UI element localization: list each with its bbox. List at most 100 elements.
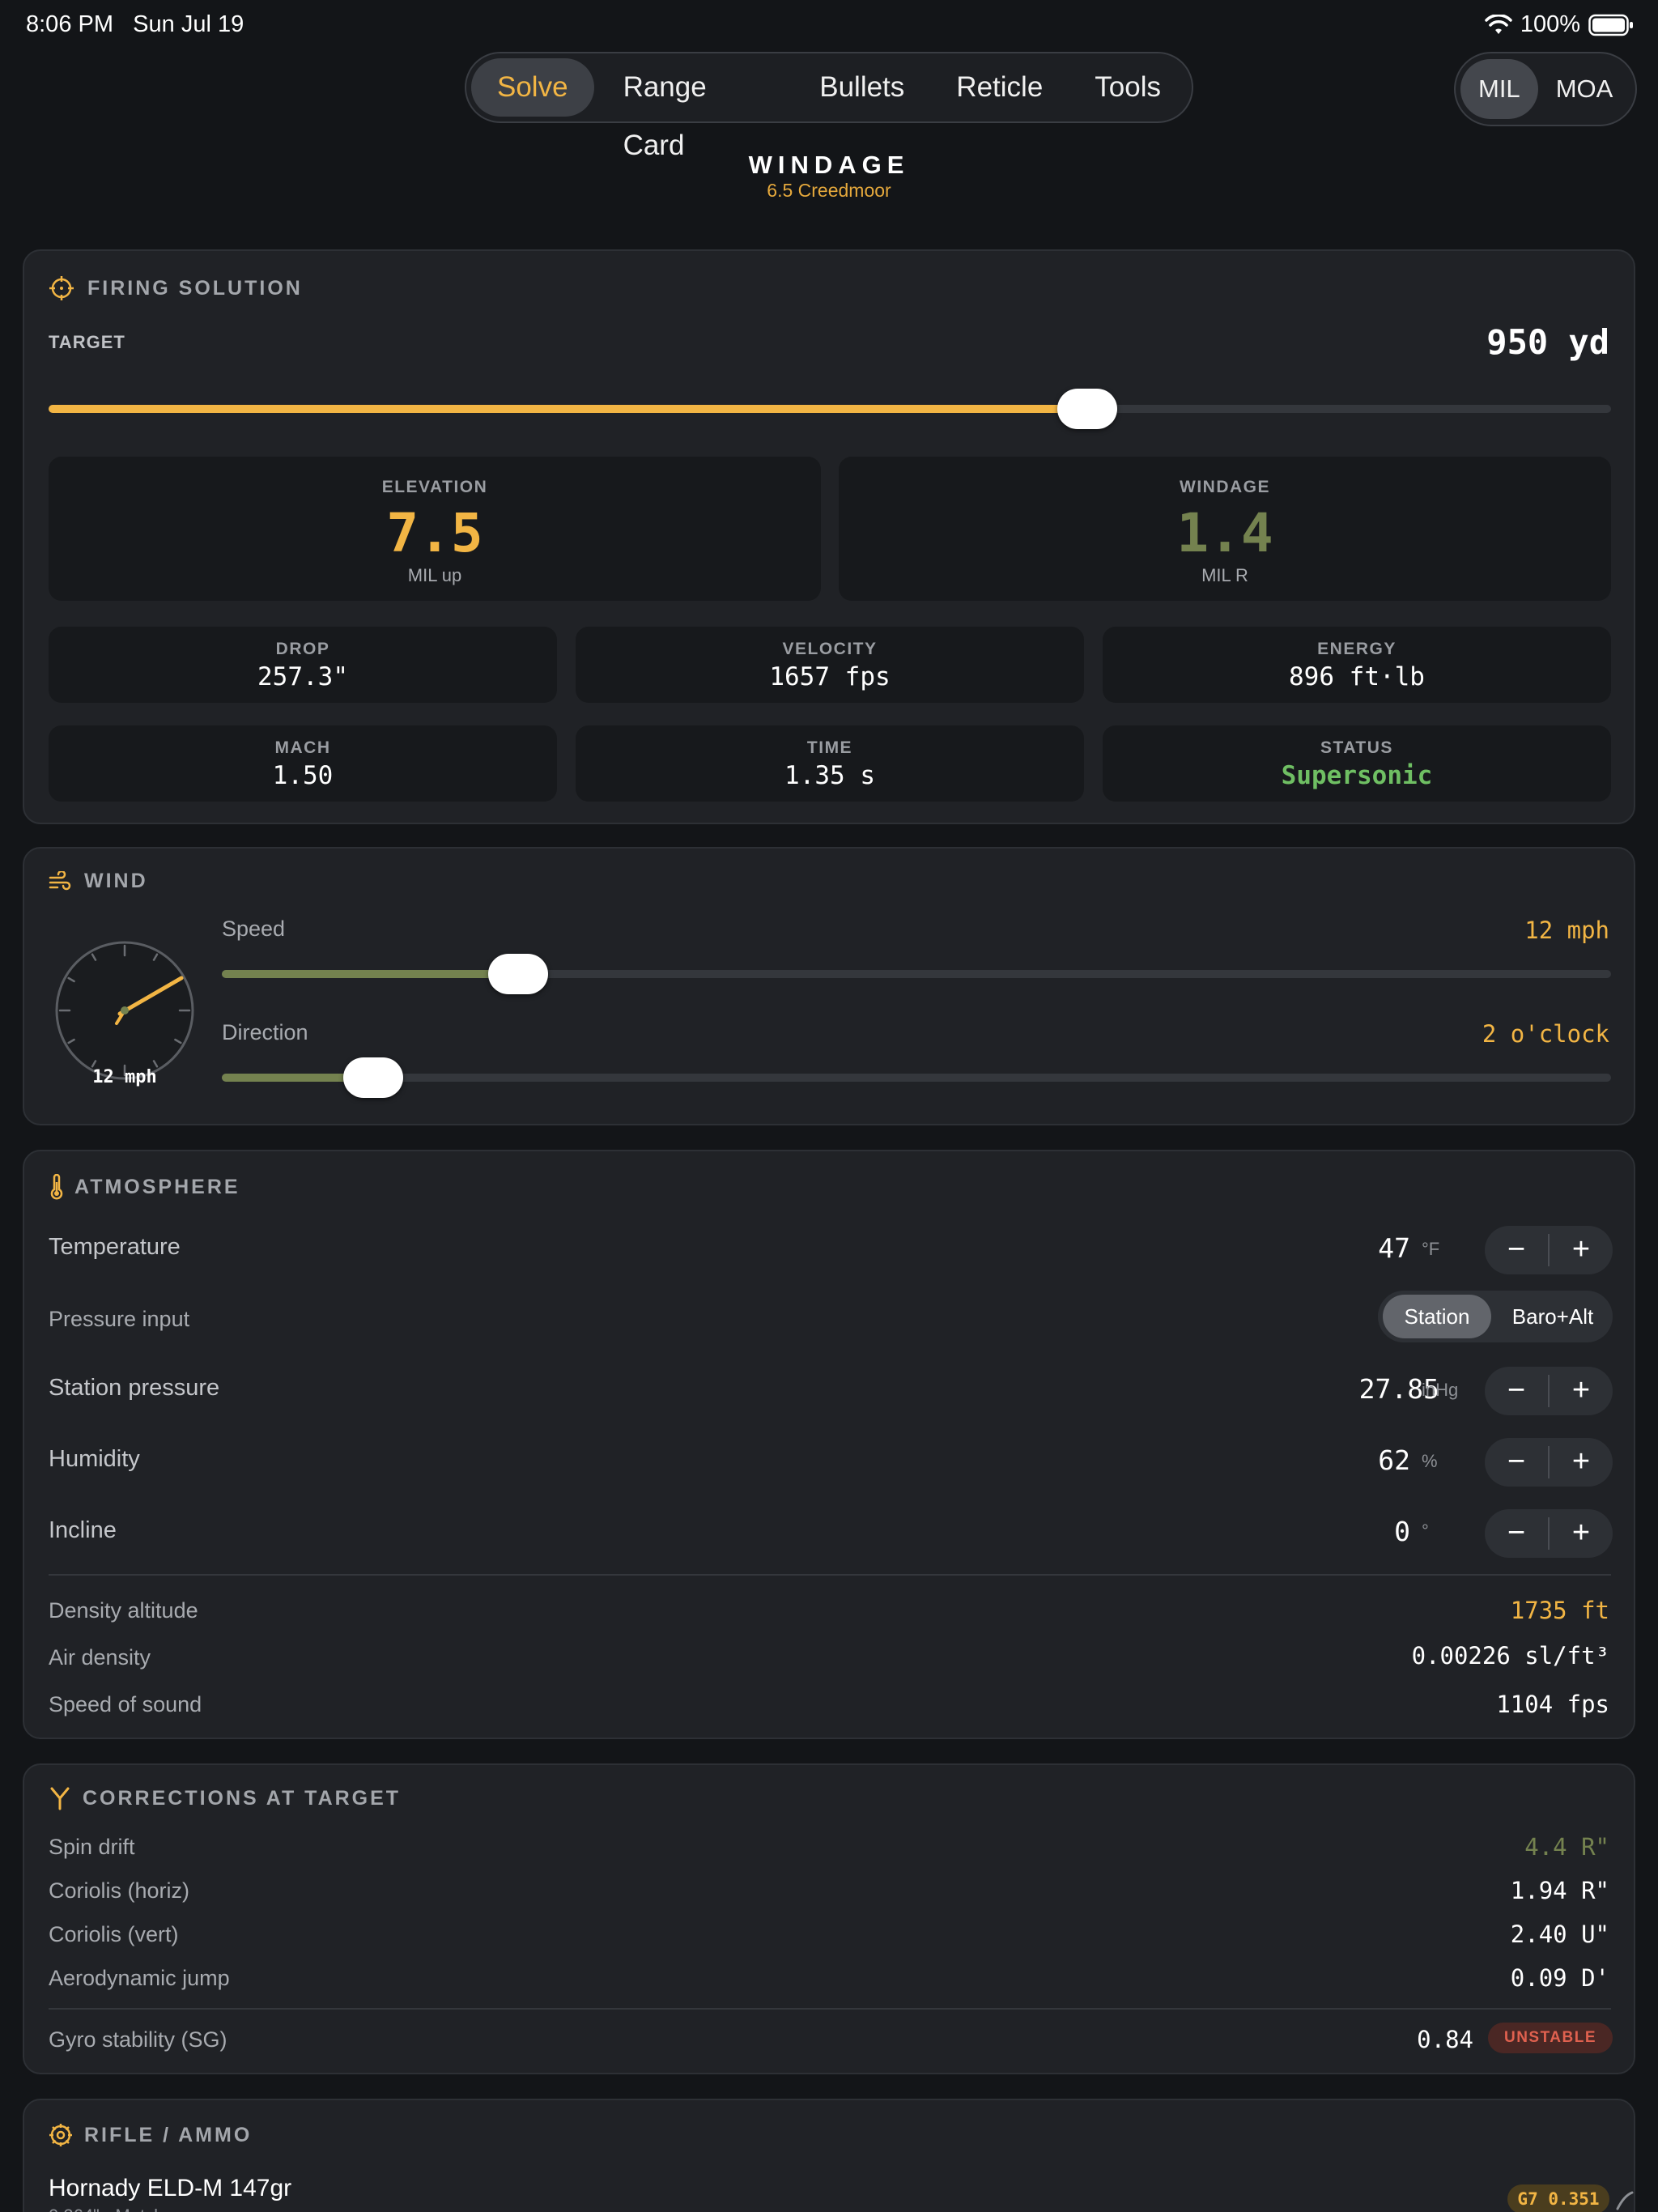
spin-drift-label: Spin drift bbox=[49, 1835, 135, 1859]
incline-stepper: − + bbox=[1485, 1509, 1613, 1558]
tab-reticle[interactable]: Reticle bbox=[930, 58, 1069, 117]
humidity-stepper: − + bbox=[1485, 1438, 1613, 1487]
stat-energy: ENERGY 896 ft·lb bbox=[1103, 627, 1611, 703]
cartridge-name: 6.5 Creedmoor bbox=[767, 180, 891, 201]
temperature-increment-button[interactable]: + bbox=[1550, 1226, 1613, 1274]
main-tab-bar: Solve Range Card Bullets Reticle Tools bbox=[465, 52, 1193, 161]
air-density-label: Air density bbox=[49, 1645, 151, 1670]
wind-dial-label: 12 mph bbox=[92, 1067, 157, 1087]
target-label: TARGET bbox=[49, 332, 125, 352]
elevation-unit: MIL up bbox=[407, 565, 462, 585]
wind-speed-slider[interactable] bbox=[222, 954, 1611, 994]
humidity-unit: % bbox=[1422, 1451, 1438, 1471]
stat-status: STATUS Supersonic bbox=[1103, 725, 1611, 802]
tab-range-card[interactable]: Range Card bbox=[597, 58, 794, 161]
stat-label: ENERGY bbox=[1317, 640, 1397, 658]
resize-handle-icon[interactable] bbox=[1611, 2189, 1635, 2212]
stat-label: DROP bbox=[275, 640, 330, 658]
gyro-stability-value: 0.84 bbox=[1417, 2026, 1473, 2053]
tab-bullets[interactable]: Bullets bbox=[793, 58, 930, 117]
station-pressure-stepper: − + bbox=[1485, 1367, 1613, 1415]
coriolis-horiz-label: Coriolis (horiz) bbox=[49, 1878, 190, 1903]
bullet-subtitle: 0.264" · Match bbox=[49, 2206, 164, 2212]
battery-icon bbox=[1588, 14, 1633, 36]
wind-icon bbox=[49, 870, 71, 890]
firing-solution-header: FIRING SOLUTION bbox=[49, 275, 303, 301]
corrections-title: CORRECTIONS AT TARGET bbox=[83, 1786, 402, 1810]
bullet-name[interactable]: Hornady ELD-M 147gr bbox=[49, 2175, 291, 2202]
wind-direction-label: Direction bbox=[222, 1020, 308, 1044]
wind-title: WIND bbox=[84, 870, 148, 892]
status-right: 100% bbox=[1485, 11, 1634, 38]
stat-label: MACH bbox=[274, 738, 331, 757]
pressure-increment-button[interactable]: + bbox=[1550, 1367, 1613, 1415]
wind-speed-thumb[interactable] bbox=[487, 954, 548, 994]
pressure-baro-alt-option[interactable]: Baro+Alt bbox=[1498, 1295, 1608, 1338]
air-density-value: 0.00226 sl/ft³ bbox=[1411, 1642, 1609, 1670]
aero-jump-label: Aerodynamic jump bbox=[49, 1966, 230, 1990]
range-slider[interactable] bbox=[49, 389, 1611, 429]
atmosphere-card: ATMOSPHERE Temperature 47 °F − + Pressure… bbox=[23, 1150, 1635, 1739]
spin-drift-value: 4.4 R" bbox=[1524, 1833, 1609, 1861]
corrections-card: CORRECTIONS AT TARGET Spin drift 4.4 R" … bbox=[23, 1763, 1635, 2074]
humidity-decrement-button[interactable]: − bbox=[1485, 1438, 1548, 1487]
temperature-value: 47 bbox=[1378, 1232, 1410, 1264]
stat-value: 1.50 bbox=[272, 761, 334, 790]
atmosphere-divider bbox=[49, 1574, 1611, 1576]
temperature-label: Temperature bbox=[49, 1234, 181, 1260]
incline-label: Incline bbox=[49, 1517, 117, 1543]
fork-icon bbox=[50, 1787, 70, 1810]
pressure-input-toggle: Station Baro+Alt bbox=[1378, 1291, 1613, 1342]
coriolis-vert-label: Coriolis (vert) bbox=[49, 1922, 179, 1946]
windage-box: WINDAGE 1.4 MIL R bbox=[839, 457, 1611, 601]
incline-increment-button[interactable]: + bbox=[1550, 1509, 1613, 1558]
wind-speed-value: 12 mph bbox=[1524, 917, 1609, 944]
wind-direction-thumb[interactable] bbox=[343, 1057, 404, 1098]
rifle-ammo-title: RIFLE / AMMO bbox=[84, 2123, 253, 2146]
incline-value: 0 bbox=[1394, 1516, 1410, 1547]
crosshair-icon bbox=[49, 276, 74, 300]
windage-value: 1.4 bbox=[1176, 502, 1273, 564]
wind-clock-dial[interactable] bbox=[52, 938, 198, 1083]
humidity-increment-button[interactable]: + bbox=[1550, 1438, 1613, 1487]
unit-mil-button[interactable]: MIL bbox=[1460, 59, 1538, 119]
firing-solution-card: FIRING SOLUTION TARGET 950 yd ELEVATION … bbox=[23, 249, 1635, 824]
pressure-decrement-button[interactable]: − bbox=[1485, 1367, 1548, 1415]
aero-jump-value: 0.09 D' bbox=[1510, 1964, 1609, 1992]
unit-moa-button[interactable]: MOA bbox=[1538, 59, 1631, 119]
status-value: Supersonic bbox=[1281, 761, 1433, 790]
wind-header: WIND bbox=[49, 870, 148, 893]
windage-unit: MIL R bbox=[1201, 565, 1248, 585]
units-toggle: MIL MOA bbox=[1454, 52, 1637, 126]
pressure-station-option[interactable]: Station bbox=[1383, 1295, 1491, 1338]
stat-label: VELOCITY bbox=[782, 640, 878, 658]
humidity-value: 62 bbox=[1378, 1444, 1410, 1476]
wind-speed-fill bbox=[222, 970, 518, 978]
stat-drop: DROP 257.3" bbox=[49, 627, 557, 703]
gyro-stability-label: Gyro stability (SG) bbox=[49, 2027, 227, 2052]
corrections-divider bbox=[49, 2008, 1611, 2010]
temperature-decrement-button[interactable]: − bbox=[1485, 1226, 1548, 1274]
tab-tools[interactable]: Tools bbox=[1069, 58, 1187, 117]
elevation-value: 7.5 bbox=[386, 502, 483, 564]
stat-mach: MACH 1.50 bbox=[49, 725, 557, 802]
stat-value: 257.3" bbox=[257, 662, 348, 691]
incline-decrement-button[interactable]: − bbox=[1485, 1509, 1548, 1558]
temperature-stepper: − + bbox=[1485, 1226, 1613, 1274]
tab-solve[interactable]: Solve bbox=[471, 58, 594, 117]
rifle-ammo-card: RIFLE / AMMO Hornady ELD-M 147gr 0.264" … bbox=[23, 2099, 1635, 2212]
incline-unit: ° bbox=[1422, 1521, 1429, 1541]
wind-direction-slider[interactable] bbox=[222, 1057, 1611, 1098]
speed-of-sound-value: 1104 fps bbox=[1496, 1691, 1609, 1718]
rifle-ammo-header: RIFLE / AMMO bbox=[49, 2123, 252, 2147]
elevation-box: ELEVATION 7.5 MIL up bbox=[49, 457, 821, 601]
stat-time: TIME 1.35 s bbox=[576, 725, 1084, 802]
stat-value: 896 ft·lb bbox=[1289, 662, 1425, 691]
range-slider-thumb[interactable] bbox=[1057, 389, 1118, 429]
density-altitude-value: 1735 ft bbox=[1510, 1597, 1609, 1624]
atmosphere-header: ATMOSPHERE bbox=[49, 1174, 240, 1200]
firing-solution-title: FIRING SOLUTION bbox=[87, 276, 303, 300]
coriolis-vert-value: 2.40 U" bbox=[1510, 1921, 1609, 1948]
wifi-icon bbox=[1485, 14, 1512, 34]
unstable-badge: UNSTABLE bbox=[1488, 2023, 1613, 2053]
